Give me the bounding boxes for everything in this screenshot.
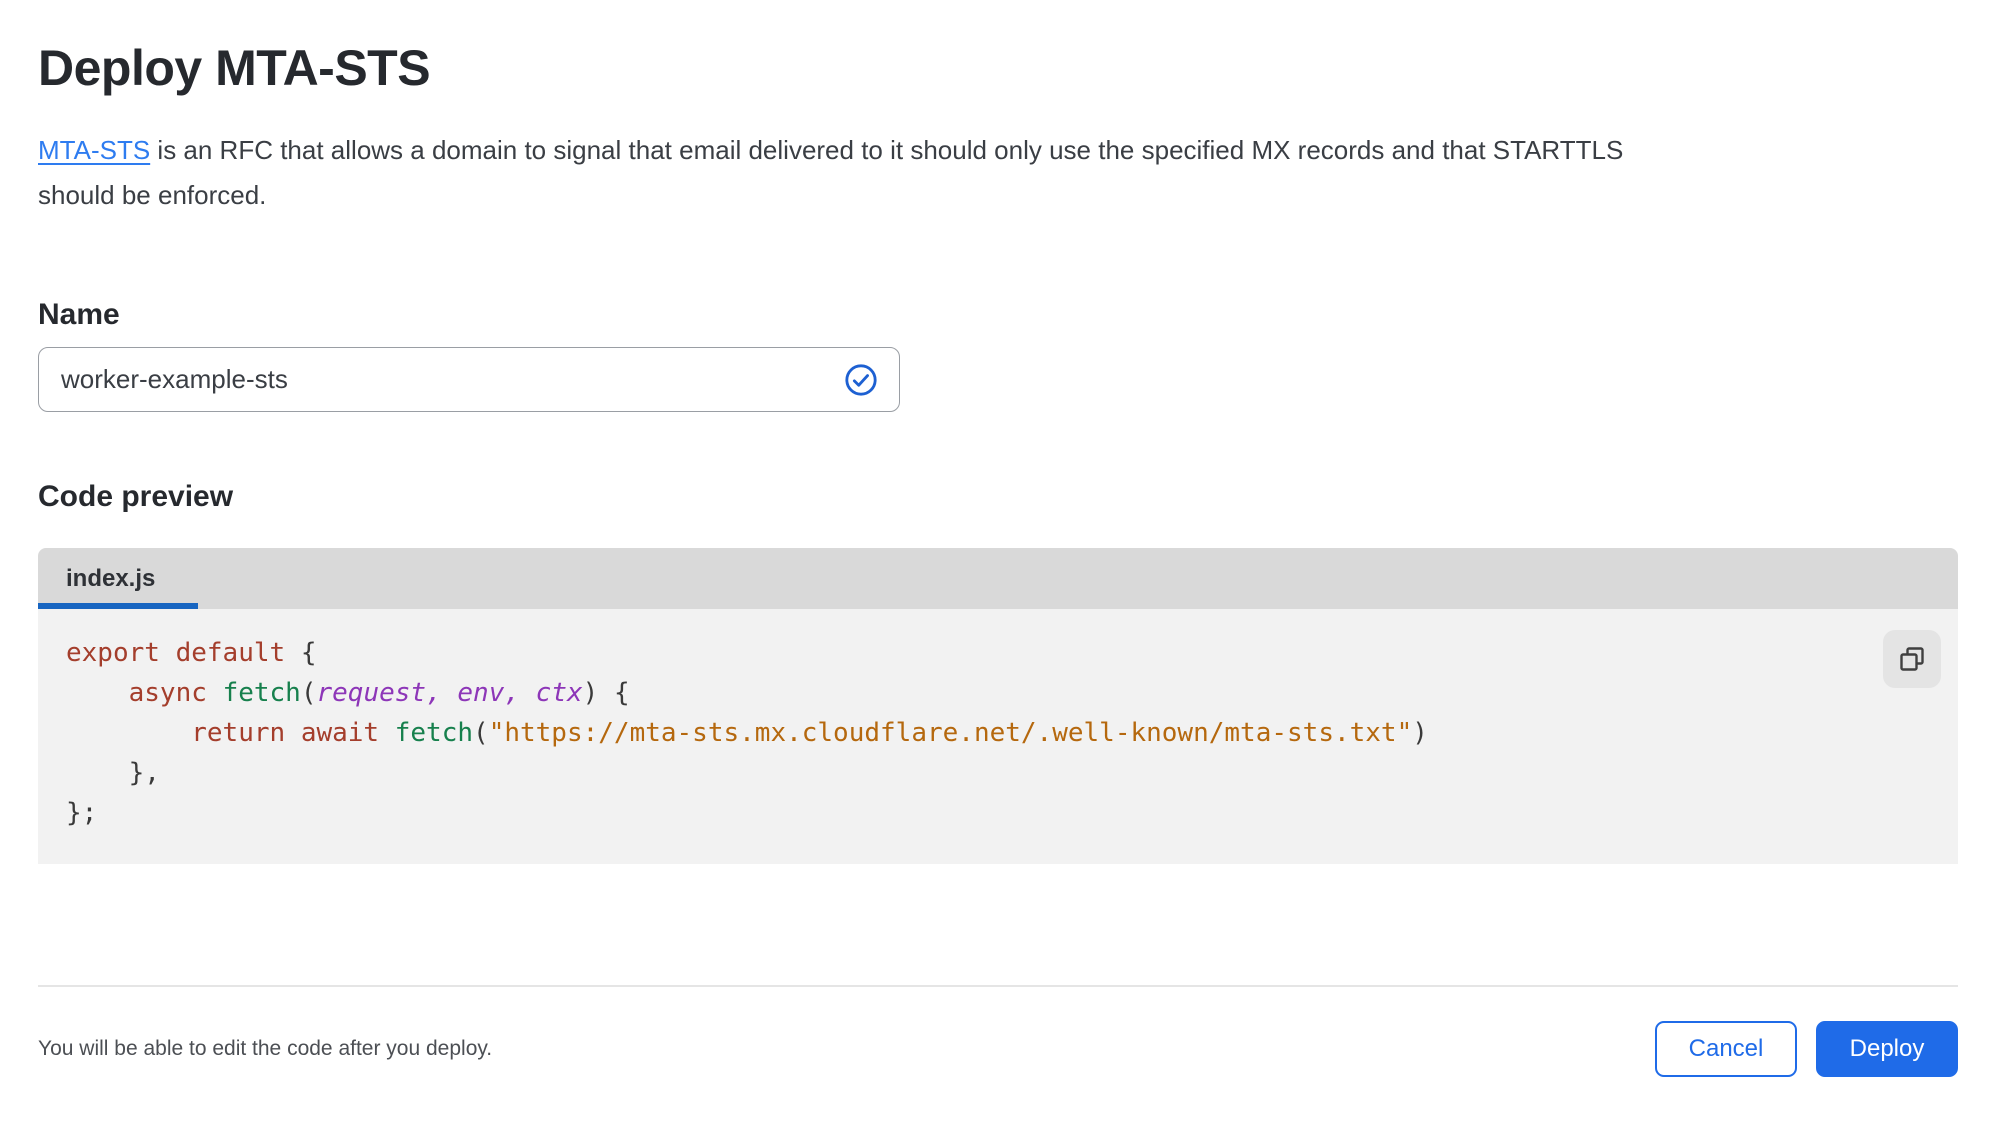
tab-label: index.js (66, 564, 156, 592)
footer-divider (38, 985, 1958, 987)
deploy-button[interactable]: Deploy (1816, 1021, 1958, 1077)
name-input[interactable] (38, 347, 900, 412)
copy-icon (1899, 646, 1924, 671)
code-preview-card: index.js export default { async fetch(re… (38, 548, 1958, 864)
page-title: Deploy MTA-STS (38, 40, 431, 96)
code-preview-label: Code preview (38, 480, 234, 513)
name-input-wrap (38, 347, 900, 412)
intro-text-line2: should be enforced. (38, 180, 267, 210)
name-label: Name (38, 298, 120, 331)
intro-paragraph: MTA-STS is an RFC that allows a domain t… (38, 128, 1958, 218)
copy-code-button[interactable] (1883, 630, 1941, 688)
intro-text-line1: is an RFC that allows a domain to signal… (150, 135, 1624, 165)
footer: You will be able to edit the code after … (38, 1021, 1958, 1077)
check-circle-icon (845, 363, 877, 396)
code-content: export default { async fetch(request, en… (66, 638, 1428, 828)
code-body: export default { async fetch(request, en… (38, 609, 1958, 864)
deploy-mta-sts-page: Deploy MTA-STS MTA-STS is an RFC that al… (0, 38, 1999, 1077)
mta-sts-link[interactable]: MTA-STS (38, 135, 150, 165)
tab-index-js[interactable]: index.js (38, 548, 198, 609)
footer-note: You will be able to edit the code after … (38, 1037, 493, 1060)
footer-actions: Cancel Deploy (1655, 1021, 1958, 1077)
code-tabbar: index.js (38, 548, 1958, 609)
cancel-button[interactable]: Cancel (1655, 1021, 1797, 1077)
